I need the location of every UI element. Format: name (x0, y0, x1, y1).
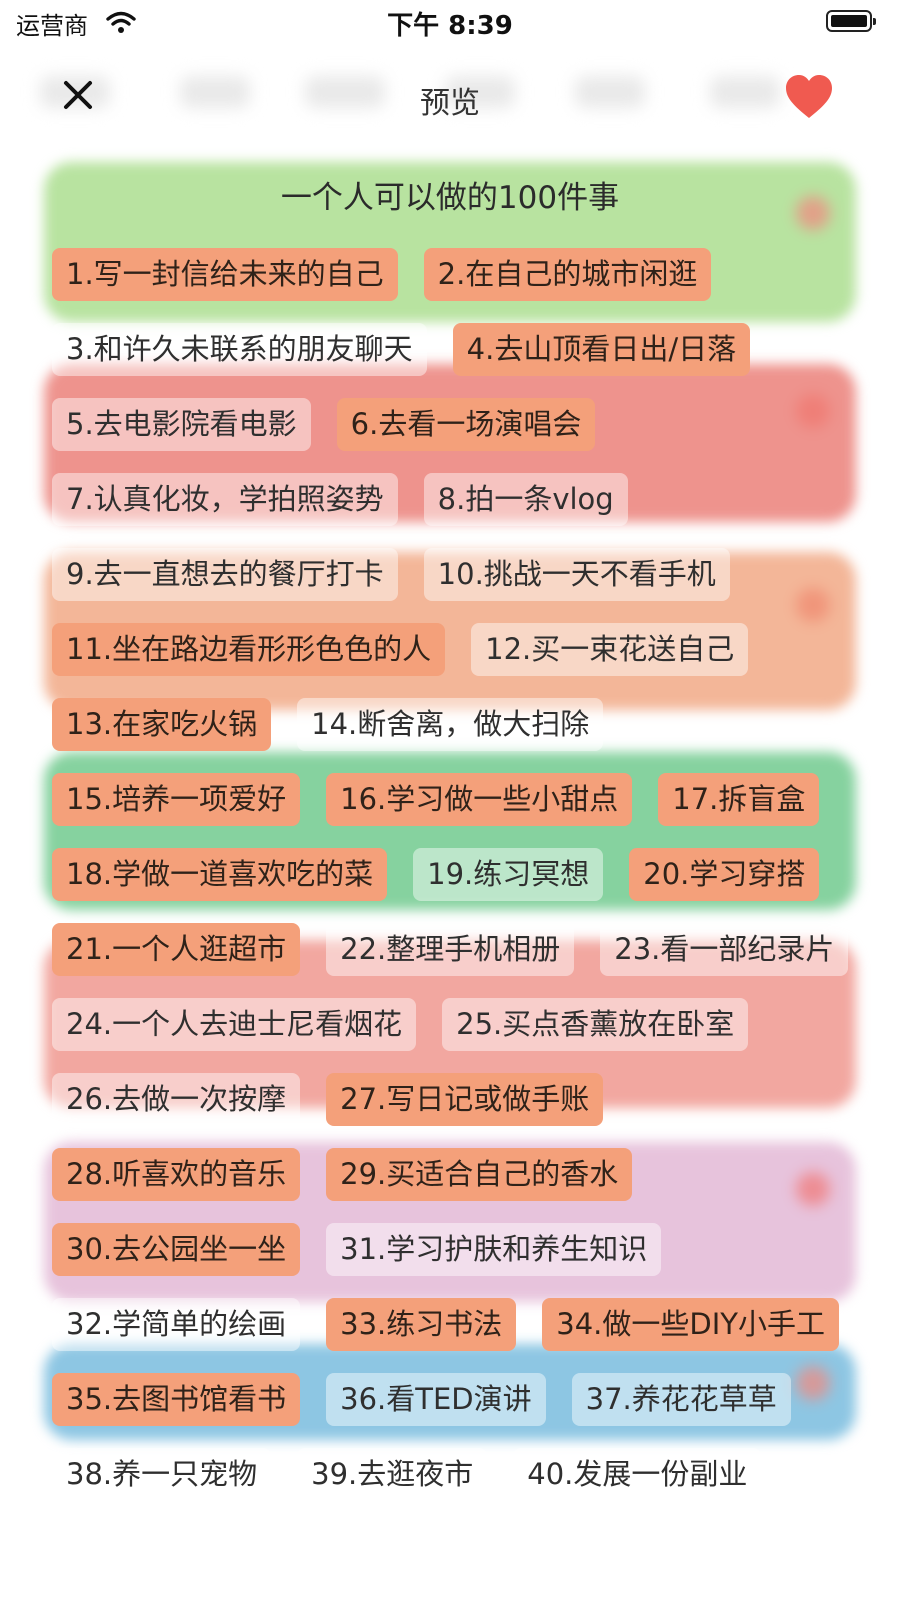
tag-item[interactable]: 26.去做一次按摩 (52, 1073, 301, 1126)
tag-item[interactable]: 7.认真化妆，学拍照姿势 (52, 473, 398, 526)
tag-item[interactable]: 10.挑战一天不看手机 (423, 548, 730, 601)
tag-item[interactable]: 24.一个人去迪士尼看烟花 (52, 998, 417, 1051)
tag-item[interactable]: 9.去一直想去的餐厅打卡 (52, 548, 398, 601)
tag-item[interactable]: 29.买适合自己的香水 (326, 1148, 633, 1201)
tag-item[interactable]: 28.听喜欢的音乐 (52, 1148, 301, 1201)
heart-icon[interactable] (784, 74, 834, 120)
tag-item[interactable]: 14.断舍离，做大扫除 (297, 698, 604, 751)
tag-item[interactable]: 2.在自己的城市闲逛 (423, 248, 712, 301)
tag-item[interactable]: 27.写日记或做手账 (326, 1073, 604, 1126)
tag-item[interactable]: 32.学简单的绘画 (52, 1298, 301, 1351)
tag-item[interactable]: 37.养花花草草 (571, 1373, 791, 1426)
tag-item[interactable]: 40.发展一份副业 (513, 1448, 762, 1501)
tag-list: 1.写一封信给未来的自己 2.在自己的城市闲逛 3.和许久未联系的朋友聊天 4.去山顶… (52, 248, 852, 1501)
tag-item[interactable]: 36.看TED演讲 (326, 1373, 546, 1426)
nav-bar: 预览 (0, 56, 900, 140)
tag-item[interactable]: 25.买点香薰放在卧室 (442, 998, 749, 1051)
heart-shape (786, 75, 832, 118)
bottom-fade (0, 1540, 900, 1600)
tag-item[interactable]: 3.和许久未联系的朋友聊天 (52, 323, 427, 376)
tag-item[interactable]: 18.学做一道喜欢吃的菜 (52, 848, 388, 901)
tag-item[interactable]: 5.去电影院看电影 (52, 398, 311, 451)
tag-item[interactable]: 35.去图书馆看书 (52, 1373, 301, 1426)
tag-item[interactable]: 34.做一些DIY小手工 (542, 1298, 839, 1351)
tag-item[interactable]: 16.学习做一些小甜点 (326, 773, 633, 826)
tag-item[interactable]: 38.养一只宠物 (52, 1448, 272, 1501)
tag-item[interactable]: 13.在家吃火锅 (52, 698, 272, 751)
status-time: 下午 8:39 (387, 11, 513, 41)
tag-item[interactable]: 6.去看一场演唱会 (336, 398, 596, 451)
tag-item[interactable]: 22.整理手机相册 (326, 923, 575, 976)
battery-icon (826, 10, 876, 32)
tag-item[interactable]: 20.学习穿搭 (629, 848, 820, 901)
tag-item[interactable]: 12.买一束花送自己 (471, 623, 749, 676)
page-title: 预览 (420, 86, 480, 121)
tag-item[interactable]: 1.写一封信给未来的自己 (52, 248, 398, 301)
tag-item[interactable]: 8.拍一条vlog (423, 473, 628, 526)
tag-item[interactable]: 30.去公园坐一坐 (52, 1223, 301, 1276)
tag-item[interactable]: 31.学习护肤和养生知识 (326, 1223, 662, 1276)
tag-item[interactable]: 33.练习书法 (326, 1298, 517, 1351)
tag-item[interactable]: 21.一个人逛超市 (52, 923, 301, 976)
list-title: 一个人可以做的100件事 (280, 180, 620, 216)
tag-item[interactable]: 19.练习冥想 (413, 848, 604, 901)
tag-item[interactable]: 17.拆盲盒 (658, 773, 820, 826)
tag-item[interactable]: 15.培养一项爱好 (52, 773, 301, 826)
tag-item[interactable]: 39.去逛夜市 (297, 1448, 488, 1501)
tag-item[interactable]: 4.去山顶看日出/日落 (452, 323, 751, 376)
tag-item[interactable]: 11.坐在路边看形形色色的人 (52, 623, 446, 676)
status-bar: 运营商 下午 8:39 (0, 0, 900, 44)
tag-item[interactable]: 23.看一部纪录片 (600, 923, 849, 976)
